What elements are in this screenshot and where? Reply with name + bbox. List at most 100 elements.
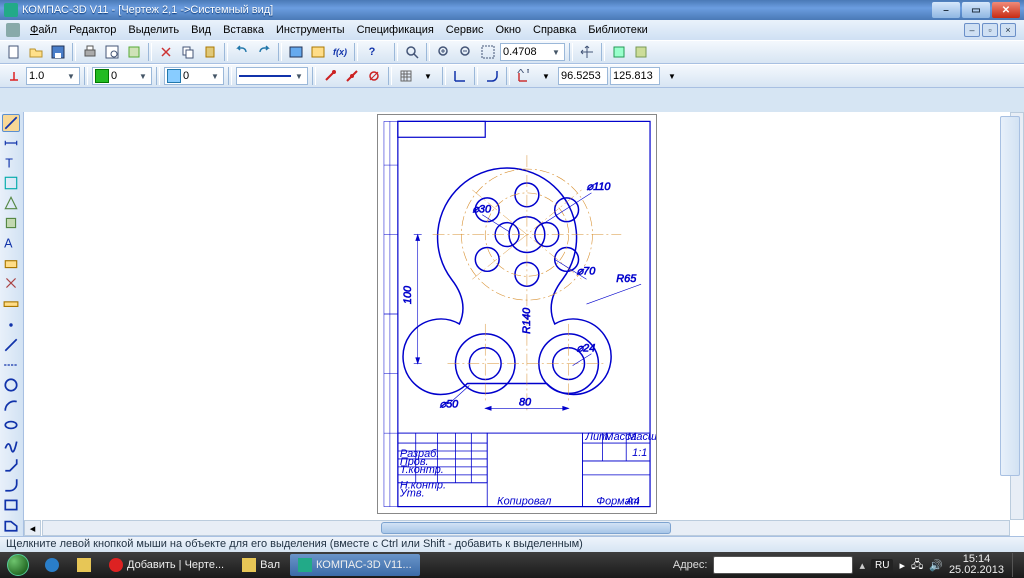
preview-button[interactable]: [102, 42, 122, 62]
mdi-restore[interactable]: ▫: [982, 23, 998, 37]
tray-flag-icon[interactable]: ▸: [899, 559, 905, 572]
paste-button[interactable]: [200, 42, 220, 62]
zoom-combo[interactable]: ▼: [500, 43, 565, 61]
save-button[interactable]: [48, 42, 68, 62]
tool-dims[interactable]: [2, 134, 20, 152]
maximize-button[interactable]: ▭: [962, 2, 990, 18]
geo-line[interactable]: [2, 336, 20, 354]
minimize-button[interactable]: –: [932, 2, 960, 18]
layer-combo[interactable]: ▼: [164, 67, 224, 85]
manager-button[interactable]: [286, 42, 306, 62]
zoom-fit-button[interactable]: [402, 42, 422, 62]
step-combo[interactable]: ▼: [26, 67, 80, 85]
layer-input[interactable]: [183, 70, 207, 82]
geo-hline[interactable]: [2, 356, 20, 374]
vars-button[interactable]: [308, 42, 328, 62]
copy-button[interactable]: [178, 42, 198, 62]
tool-param[interactable]: [2, 274, 20, 292]
zoom-out-button[interactable]: [456, 42, 476, 62]
grid-sub-button[interactable]: ▼: [418, 66, 438, 86]
help-button[interactable]: ?: [362, 42, 382, 62]
menu-tools[interactable]: Инструменты: [270, 22, 351, 38]
tool-assoc[interactable]: [2, 254, 20, 272]
refresh-button[interactable]: [631, 42, 651, 62]
geo-spline[interactable]: [2, 436, 20, 454]
task-opera[interactable]: Добавить | Черте...: [101, 554, 232, 576]
fx-button[interactable]: f(x): [330, 42, 350, 62]
drawing-viewport[interactable]: 100 80 ⌀110 ⌀70 ⌀30 R65 ⌀24 ⌀50 R140: [24, 112, 1010, 518]
geo-point[interactable]: [2, 316, 20, 334]
open-button[interactable]: [26, 42, 46, 62]
tray-volume-icon[interactable]: 🔊: [929, 559, 943, 572]
menu-file[interactable]: Файл: [24, 22, 63, 38]
horizontal-scrollbar[interactable]: [42, 520, 1010, 536]
chevron-down-icon[interactable]: ▼: [550, 45, 562, 59]
state-input[interactable]: [111, 70, 135, 82]
menu-service[interactable]: Сервис: [440, 22, 490, 38]
local-cs-button[interactable]: XY: [514, 66, 534, 86]
tool-edit[interactable]: [2, 174, 20, 192]
mdi-close[interactable]: ×: [1000, 23, 1016, 37]
pan-button[interactable]: [577, 42, 597, 62]
linetype-combo[interactable]: ▼: [236, 67, 308, 85]
geo-contour[interactable]: [2, 516, 20, 534]
round-button[interactable]: [482, 66, 502, 86]
zoom-window-button[interactable]: [478, 42, 498, 62]
tray-clock[interactable]: 15:1425.02.2013: [949, 554, 1004, 576]
sheet-tab-left[interactable]: ◂: [24, 520, 41, 536]
geo-rect[interactable]: [2, 496, 20, 514]
state-combo[interactable]: ▼: [92, 67, 152, 85]
grid-button[interactable]: [396, 66, 416, 86]
pinned-ie[interactable]: [37, 554, 67, 576]
task-folder[interactable]: Вал: [234, 554, 288, 576]
cut-button[interactable]: [156, 42, 176, 62]
props-button[interactable]: [124, 42, 144, 62]
address-input[interactable]: [713, 556, 853, 574]
menu-insert[interactable]: Вставка: [217, 22, 270, 38]
tool-text[interactable]: T: [2, 154, 20, 172]
mdi-minimize[interactable]: –: [964, 23, 980, 37]
close-button[interactable]: ✕: [992, 2, 1020, 18]
task-kompas[interactable]: КОМПАС-3D V11...: [290, 554, 420, 576]
tool-6[interactable]: [2, 214, 20, 232]
menu-view[interactable]: Вид: [185, 22, 217, 38]
menu-help[interactable]: Справка: [527, 22, 582, 38]
geo-circle[interactable]: [2, 376, 20, 394]
geo-ellipse[interactable]: [2, 416, 20, 434]
library-panel[interactable]: [1000, 116, 1020, 476]
tray-network-icon[interactable]: 🖧: [911, 556, 923, 575]
geo-arc[interactable]: [2, 396, 20, 414]
ortho-button[interactable]: [450, 66, 470, 86]
coord-y[interactable]: [610, 67, 660, 85]
menu-editor[interactable]: Редактор: [63, 22, 122, 38]
tool-geometry[interactable]: [2, 114, 20, 132]
local-cs-sub[interactable]: ▼: [536, 66, 556, 86]
snap-end-button[interactable]: [320, 66, 340, 86]
redo-button[interactable]: [254, 42, 274, 62]
new-button[interactable]: [4, 42, 24, 62]
menu-libs[interactable]: Библиотеки: [582, 22, 654, 38]
tool-5[interactable]: [2, 194, 20, 212]
snap-mid-button[interactable]: [342, 66, 362, 86]
menu-window[interactable]: Окно: [489, 22, 527, 38]
print-button[interactable]: [80, 42, 100, 62]
coord-dd[interactable]: ▼: [662, 66, 682, 86]
show-desktop-button[interactable]: [1012, 553, 1020, 577]
language-indicator[interactable]: RU: [871, 559, 893, 572]
geo-chamfer[interactable]: [2, 456, 20, 474]
zoom-input[interactable]: [503, 46, 548, 58]
start-button[interactable]: [0, 552, 36, 578]
step-input[interactable]: [29, 70, 63, 82]
menu-spec[interactable]: Спецификация: [351, 22, 440, 38]
undo-button[interactable]: [232, 42, 252, 62]
tool-7[interactable]: A: [2, 234, 20, 252]
pinned-explorer[interactable]: [69, 554, 99, 576]
tool-measure[interactable]: [2, 294, 20, 312]
geo-fillet[interactable]: [2, 476, 20, 494]
rebuild-button[interactable]: [609, 42, 629, 62]
menu-select[interactable]: Выделить: [122, 22, 185, 38]
snap-off-button[interactable]: [364, 66, 384, 86]
tray-overflow-icon[interactable]: ▴: [859, 559, 865, 572]
zoom-in-button[interactable]: [434, 42, 454, 62]
coord-x[interactable]: [558, 67, 608, 85]
